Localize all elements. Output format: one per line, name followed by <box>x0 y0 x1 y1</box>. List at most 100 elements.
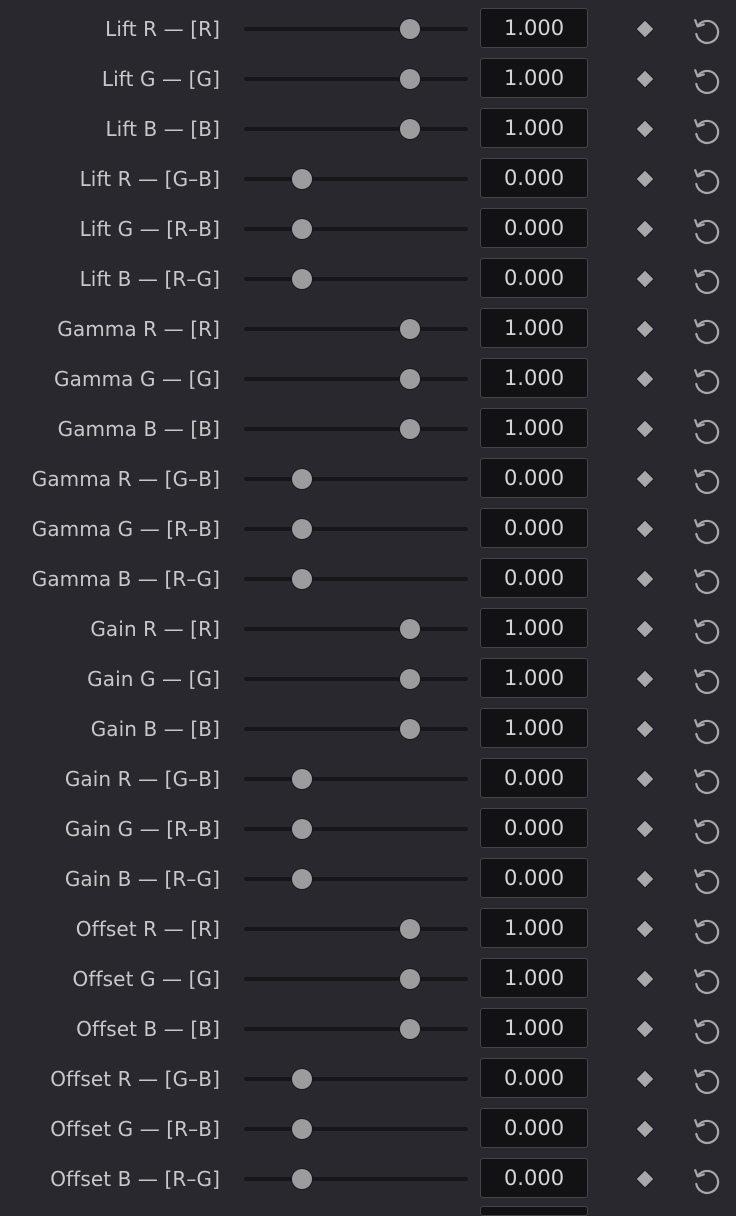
reset-icon[interactable] <box>690 1164 722 1196</box>
parameter-slider[interactable] <box>244 69 468 89</box>
slider-knob[interactable] <box>292 819 312 839</box>
reset-icon[interactable] <box>690 614 722 646</box>
diamond-keyframe-icon[interactable] <box>635 119 655 139</box>
parameter-slider[interactable] <box>244 569 468 589</box>
reset-icon[interactable] <box>690 764 722 796</box>
parameter-slider[interactable] <box>244 219 468 239</box>
reset-icon[interactable] <box>690 314 722 346</box>
parameter-slider[interactable] <box>244 419 468 439</box>
diamond-keyframe-icon[interactable] <box>635 819 655 839</box>
reset-icon[interactable] <box>690 464 722 496</box>
slider-knob[interactable] <box>292 169 312 189</box>
diamond-keyframe-icon[interactable] <box>635 769 655 789</box>
diamond-keyframe-icon[interactable] <box>635 369 655 389</box>
parameter-value-field[interactable]: 0.000 <box>480 808 588 848</box>
reset-icon[interactable] <box>690 1114 722 1146</box>
diamond-keyframe-icon[interactable] <box>635 1019 655 1039</box>
parameter-slider[interactable] <box>244 19 468 39</box>
reset-icon[interactable] <box>690 64 722 96</box>
diamond-keyframe-icon[interactable] <box>635 919 655 939</box>
reset-icon[interactable] <box>690 514 722 546</box>
diamond-keyframe-icon[interactable] <box>635 719 655 739</box>
diamond-keyframe-icon[interactable] <box>635 19 655 39</box>
parameter-slider[interactable] <box>244 319 468 339</box>
reset-icon[interactable] <box>690 1014 722 1046</box>
parameter-value-field[interactable]: 1.000 <box>480 408 588 448</box>
parameter-slider[interactable] <box>244 919 468 939</box>
diamond-keyframe-icon[interactable] <box>635 869 655 889</box>
slider-knob[interactable] <box>292 869 312 889</box>
parameter-slider[interactable] <box>244 1169 468 1189</box>
parameter-value-field[interactable]: 0.000 <box>480 508 588 548</box>
slider-knob[interactable] <box>400 669 420 689</box>
parameter-value-field[interactable]: 0.000 <box>480 1058 588 1098</box>
parameter-slider[interactable] <box>244 469 468 489</box>
parameter-slider[interactable] <box>244 669 468 689</box>
slider-knob[interactable] <box>400 919 420 939</box>
parameter-slider[interactable] <box>244 619 468 639</box>
diamond-keyframe-icon[interactable] <box>635 269 655 289</box>
slider-knob[interactable] <box>400 319 420 339</box>
reset-icon[interactable] <box>690 364 722 396</box>
slider-knob[interactable] <box>400 119 420 139</box>
diamond-keyframe-icon[interactable] <box>635 319 655 339</box>
slider-knob[interactable] <box>292 1119 312 1139</box>
reset-icon[interactable] <box>690 264 722 296</box>
diamond-keyframe-icon[interactable] <box>635 1169 655 1189</box>
slider-knob[interactable] <box>400 69 420 89</box>
parameter-slider[interactable] <box>244 269 468 289</box>
slider-knob[interactable] <box>400 369 420 389</box>
parameter-slider[interactable] <box>244 169 468 189</box>
slider-knob[interactable] <box>400 719 420 739</box>
parameter-value-field[interactable]: 0.000 <box>480 1108 588 1148</box>
reset-icon[interactable] <box>690 164 722 196</box>
reset-icon[interactable] <box>690 964 722 996</box>
diamond-keyframe-icon[interactable] <box>635 469 655 489</box>
diamond-keyframe-icon[interactable] <box>635 219 655 239</box>
slider-knob[interactable] <box>292 1169 312 1189</box>
slider-knob[interactable] <box>400 19 420 39</box>
parameter-value-field[interactable]: 0.000 <box>480 208 588 248</box>
diamond-keyframe-icon[interactable] <box>635 69 655 89</box>
parameter-value-field[interactable]: 1.000 <box>480 8 588 48</box>
diamond-keyframe-icon[interactable] <box>635 1119 655 1139</box>
parameter-value-field[interactable]: 0.000 <box>480 558 588 598</box>
reset-icon[interactable] <box>690 414 722 446</box>
parameter-value-field[interactable]: 0.000 <box>480 258 588 298</box>
slider-knob[interactable] <box>292 219 312 239</box>
slider-knob[interactable] <box>400 969 420 989</box>
parameter-value-field[interactable]: 1.000 <box>480 108 588 148</box>
reset-icon[interactable] <box>690 714 722 746</box>
parameter-slider[interactable] <box>244 1019 468 1039</box>
parameter-value-field[interactable]: 0.000 <box>480 758 588 798</box>
slider-knob[interactable] <box>292 569 312 589</box>
parameter-value-field[interactable]: 1.000 <box>480 1008 588 1048</box>
diamond-keyframe-icon[interactable] <box>635 169 655 189</box>
reset-icon[interactable] <box>690 214 722 246</box>
reset-icon[interactable] <box>690 664 722 696</box>
slider-knob[interactable] <box>292 469 312 489</box>
parameter-slider[interactable] <box>244 519 468 539</box>
slider-knob[interactable] <box>292 1069 312 1089</box>
parameter-value-field[interactable]: 1.000 <box>480 308 588 348</box>
reset-icon[interactable] <box>690 14 722 46</box>
reset-icon[interactable] <box>690 564 722 596</box>
reset-icon[interactable] <box>690 814 722 846</box>
slider-knob[interactable] <box>400 619 420 639</box>
parameter-slider[interactable] <box>244 719 468 739</box>
reset-icon[interactable] <box>690 914 722 946</box>
diamond-keyframe-icon[interactable] <box>635 1069 655 1089</box>
parameter-value-field[interactable]: 1.000 <box>480 658 588 698</box>
diamond-keyframe-icon[interactable] <box>635 419 655 439</box>
parameter-slider[interactable] <box>244 969 468 989</box>
reset-icon[interactable] <box>690 1064 722 1096</box>
parameter-value-field[interactable]: 1.000 <box>480 908 588 948</box>
parameter-value-field[interactable]: 1.000 <box>480 608 588 648</box>
parameter-slider[interactable] <box>244 769 468 789</box>
slider-knob[interactable] <box>292 519 312 539</box>
parameter-slider[interactable] <box>244 1069 468 1089</box>
reset-icon[interactable] <box>690 114 722 146</box>
parameter-value-field[interactable]: 1.000 <box>480 958 588 998</box>
parameter-value-field[interactable]: 0.000 <box>480 858 588 898</box>
parameter-value-field[interactable]: 1.000 <box>480 708 588 748</box>
